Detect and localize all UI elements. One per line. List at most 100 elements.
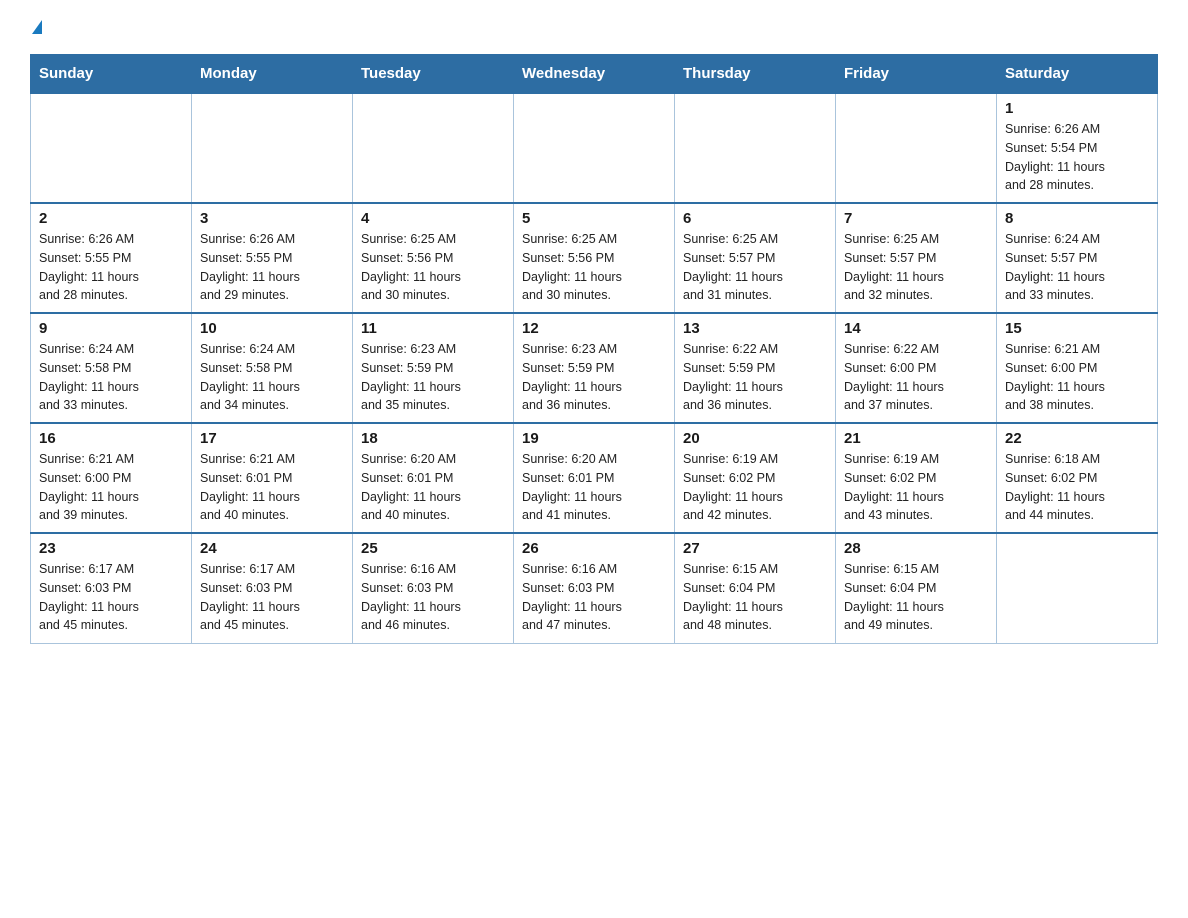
day-number: 25	[361, 540, 505, 557]
day-number: 21	[844, 430, 988, 447]
calendar-day-cell: 19 Sunrise: 6:20 AM Sunset: 6:01 PM Dayli…	[514, 423, 675, 533]
day-info: Sunrise: 6:26 AM Sunset: 5:55 PM Dayligh…	[200, 230, 344, 305]
calendar-day-cell: 4 Sunrise: 6:25 AM Sunset: 5:56 PM Daylig…	[353, 203, 514, 313]
day-number: 20	[683, 430, 827, 447]
page-header	[30, 20, 1158, 34]
day-number: 12	[522, 320, 666, 337]
column-header-monday: Monday	[192, 55, 353, 94]
day-number: 18	[361, 430, 505, 447]
day-number: 6	[683, 210, 827, 227]
day-info: Sunrise: 6:22 AM Sunset: 5:59 PM Dayligh…	[683, 340, 827, 415]
day-number: 11	[361, 320, 505, 337]
column-header-wednesday: Wednesday	[514, 55, 675, 94]
day-number: 16	[39, 430, 183, 447]
calendar-day-cell: 25 Sunrise: 6:16 AM Sunset: 6:03 PM Dayli…	[353, 533, 514, 643]
day-info: Sunrise: 6:26 AM Sunset: 5:54 PM Dayligh…	[1005, 120, 1149, 195]
day-info: Sunrise: 6:15 AM Sunset: 6:04 PM Dayligh…	[844, 560, 988, 635]
logo-arrow-icon	[32, 20, 42, 34]
day-number: 19	[522, 430, 666, 447]
day-info: Sunrise: 6:20 AM Sunset: 6:01 PM Dayligh…	[522, 450, 666, 525]
column-header-tuesday: Tuesday	[353, 55, 514, 94]
day-info: Sunrise: 6:17 AM Sunset: 6:03 PM Dayligh…	[200, 560, 344, 635]
day-info: Sunrise: 6:23 AM Sunset: 5:59 PM Dayligh…	[522, 340, 666, 415]
day-info: Sunrise: 6:24 AM Sunset: 5:57 PM Dayligh…	[1005, 230, 1149, 305]
day-info: Sunrise: 6:23 AM Sunset: 5:59 PM Dayligh…	[361, 340, 505, 415]
day-number: 5	[522, 210, 666, 227]
calendar-day-cell: 2 Sunrise: 6:26 AM Sunset: 5:55 PM Daylig…	[31, 203, 192, 313]
day-number: 15	[1005, 320, 1149, 337]
calendar-day-cell: 8 Sunrise: 6:24 AM Sunset: 5:57 PM Daylig…	[997, 203, 1158, 313]
day-number: 10	[200, 320, 344, 337]
day-info: Sunrise: 6:19 AM Sunset: 6:02 PM Dayligh…	[683, 450, 827, 525]
calendar-week-row: 2 Sunrise: 6:26 AM Sunset: 5:55 PM Daylig…	[31, 203, 1158, 313]
day-number: 17	[200, 430, 344, 447]
day-info: Sunrise: 6:19 AM Sunset: 6:02 PM Dayligh…	[844, 450, 988, 525]
calendar-day-cell: 13 Sunrise: 6:22 AM Sunset: 5:59 PM Dayli…	[675, 313, 836, 423]
column-header-sunday: Sunday	[31, 55, 192, 94]
calendar-day-cell	[353, 93, 514, 203]
calendar-week-row: 16 Sunrise: 6:21 AM Sunset: 6:00 PM Dayli…	[31, 423, 1158, 533]
calendar-day-cell	[514, 93, 675, 203]
day-number: 23	[39, 540, 183, 557]
calendar-week-row: 1 Sunrise: 6:26 AM Sunset: 5:54 PM Daylig…	[31, 93, 1158, 203]
calendar-day-cell: 15 Sunrise: 6:21 AM Sunset: 6:00 PM Dayli…	[997, 313, 1158, 423]
day-info: Sunrise: 6:25 AM Sunset: 5:57 PM Dayligh…	[844, 230, 988, 305]
day-info: Sunrise: 6:21 AM Sunset: 6:01 PM Dayligh…	[200, 450, 344, 525]
calendar-day-cell: 5 Sunrise: 6:25 AM Sunset: 5:56 PM Daylig…	[514, 203, 675, 313]
calendar-week-row: 9 Sunrise: 6:24 AM Sunset: 5:58 PM Daylig…	[31, 313, 1158, 423]
day-info: Sunrise: 6:24 AM Sunset: 5:58 PM Dayligh…	[200, 340, 344, 415]
day-number: 1	[1005, 100, 1149, 117]
calendar-day-cell: 24 Sunrise: 6:17 AM Sunset: 6:03 PM Dayli…	[192, 533, 353, 643]
day-number: 14	[844, 320, 988, 337]
day-number: 9	[39, 320, 183, 337]
calendar-header-row: SundayMondayTuesdayWednesdayThursdayFrid…	[31, 55, 1158, 94]
day-info: Sunrise: 6:25 AM Sunset: 5:57 PM Dayligh…	[683, 230, 827, 305]
day-number: 13	[683, 320, 827, 337]
day-number: 28	[844, 540, 988, 557]
calendar-day-cell: 21 Sunrise: 6:19 AM Sunset: 6:02 PM Dayli…	[836, 423, 997, 533]
calendar-day-cell: 12 Sunrise: 6:23 AM Sunset: 5:59 PM Dayli…	[514, 313, 675, 423]
day-info: Sunrise: 6:21 AM Sunset: 6:00 PM Dayligh…	[39, 450, 183, 525]
calendar-day-cell: 28 Sunrise: 6:15 AM Sunset: 6:04 PM Dayli…	[836, 533, 997, 643]
day-number: 4	[361, 210, 505, 227]
day-info: Sunrise: 6:15 AM Sunset: 6:04 PM Dayligh…	[683, 560, 827, 635]
calendar-day-cell: 22 Sunrise: 6:18 AM Sunset: 6:02 PM Dayli…	[997, 423, 1158, 533]
day-number: 22	[1005, 430, 1149, 447]
day-info: Sunrise: 6:21 AM Sunset: 6:00 PM Dayligh…	[1005, 340, 1149, 415]
day-number: 3	[200, 210, 344, 227]
calendar-day-cell: 27Sunrise: 6:15 AM Sunset: 6:04 PM Dayli…	[675, 533, 836, 643]
day-info: Sunrise: 6:25 AM Sunset: 5:56 PM Dayligh…	[522, 230, 666, 305]
day-info: Sunrise: 6:18 AM Sunset: 6:02 PM Dayligh…	[1005, 450, 1149, 525]
calendar-table: SundayMondayTuesdayWednesdayThursdayFrid…	[30, 54, 1158, 644]
day-number: 7	[844, 210, 988, 227]
calendar-week-row: 23 Sunrise: 6:17 AM Sunset: 6:03 PM Dayli…	[31, 533, 1158, 643]
day-info: Sunrise: 6:16 AM Sunset: 6:03 PM Dayligh…	[361, 560, 505, 635]
day-number: 2	[39, 210, 183, 227]
calendar-day-cell: 18 Sunrise: 6:20 AM Sunset: 6:01 PM Dayli…	[353, 423, 514, 533]
day-info: Sunrise: 6:20 AM Sunset: 6:01 PM Dayligh…	[361, 450, 505, 525]
calendar-day-cell	[31, 93, 192, 203]
column-header-thursday: Thursday	[675, 55, 836, 94]
day-info: Sunrise: 6:26 AM Sunset: 5:55 PM Dayligh…	[39, 230, 183, 305]
logo	[30, 20, 43, 34]
calendar-day-cell: 6 Sunrise: 6:25 AM Sunset: 5:57 PM Daylig…	[675, 203, 836, 313]
calendar-day-cell: 16 Sunrise: 6:21 AM Sunset: 6:00 PM Dayli…	[31, 423, 192, 533]
calendar-day-cell: 26 Sunrise: 6:16 AM Sunset: 6:03 PM Dayli…	[514, 533, 675, 643]
column-header-saturday: Saturday	[997, 55, 1158, 94]
day-number: 8	[1005, 210, 1149, 227]
day-info: Sunrise: 6:25 AM Sunset: 5:56 PM Dayligh…	[361, 230, 505, 305]
day-info: Sunrise: 6:16 AM Sunset: 6:03 PM Dayligh…	[522, 560, 666, 635]
calendar-day-cell: 14 Sunrise: 6:22 AM Sunset: 6:00 PM Dayli…	[836, 313, 997, 423]
day-info: Sunrise: 6:22 AM Sunset: 6:00 PM Dayligh…	[844, 340, 988, 415]
calendar-day-cell: 23Sunrise: 6:17 AM Sunset: 6:03 PM Dayli…	[31, 533, 192, 643]
calendar-day-cell: 17 Sunrise: 6:21 AM Sunset: 6:01 PM Dayli…	[192, 423, 353, 533]
calendar-day-cell	[192, 93, 353, 203]
day-number: 26	[522, 540, 666, 557]
calendar-day-cell	[836, 93, 997, 203]
calendar-day-cell: 11 Sunrise: 6:23 AM Sunset: 5:59 PM Dayli…	[353, 313, 514, 423]
calendar-day-cell: 9Sunrise: 6:24 AM Sunset: 5:58 PM Daylig…	[31, 313, 192, 423]
calendar-day-cell: 10 Sunrise: 6:24 AM Sunset: 5:58 PM Dayli…	[192, 313, 353, 423]
day-number: 24	[200, 540, 344, 557]
calendar-day-cell: 7 Sunrise: 6:25 AM Sunset: 5:57 PM Daylig…	[836, 203, 997, 313]
column-header-friday: Friday	[836, 55, 997, 94]
